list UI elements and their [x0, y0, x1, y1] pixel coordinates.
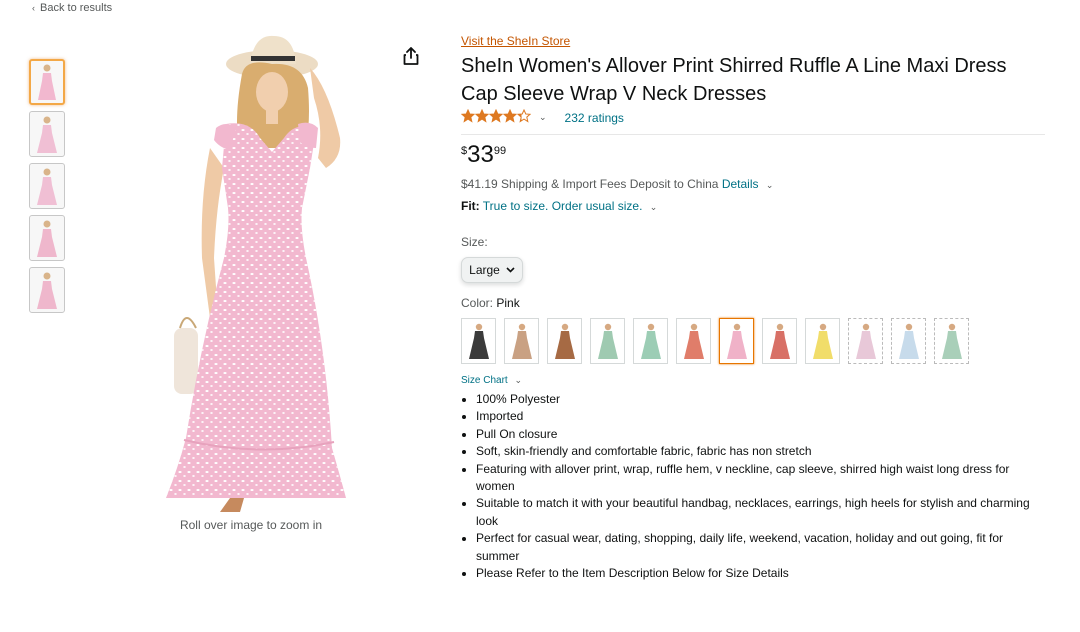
zoom-hint: Roll over image to zoom in	[179, 518, 323, 532]
fit-label: Fit:	[461, 199, 480, 213]
store-link[interactable]: Visit the SheIn Store	[461, 34, 570, 48]
chevron-down-icon: ⌄	[514, 375, 523, 385]
feature-bullets: 100% PolyesterImportedPull On closureSof…	[461, 391, 1041, 582]
back-to-results-link[interactable]: ‹ Back to results	[32, 2, 112, 14]
color-swatch-3[interactable]	[547, 318, 582, 364]
star-rating[interactable]	[460, 108, 532, 126]
thumbnail-4[interactable]	[29, 215, 65, 261]
color-swatch-12[interactable]	[934, 318, 969, 364]
feature-bullet: Featuring with allover print, wrap, ruff…	[476, 461, 1041, 496]
chevron-left-icon: ‹	[32, 3, 35, 13]
feature-bullet: Pull On closure	[476, 426, 1041, 443]
feature-bullet: Perfect for casual wear, dating, shoppin…	[476, 530, 1041, 565]
product-details: Visit the SheIn Store SheIn Women's Allo…	[460, 32, 1046, 582]
size-dropdown[interactable]: Large	[461, 257, 523, 283]
shipping-info: $41.19 Shipping & Import Fees Deposit to…	[461, 177, 1046, 191]
color-swatch-6[interactable]	[676, 318, 711, 364]
divider	[461, 134, 1045, 135]
chevron-down-icon[interactable]: ⌄	[766, 180, 774, 190]
shipping-text: $41.19 Shipping & Import Fees Deposit to…	[461, 177, 719, 191]
feature-bullet: Please Refer to the Item Description Bel…	[476, 565, 1041, 582]
color-swatch-9[interactable]	[805, 318, 840, 364]
color-swatch-10[interactable]	[848, 318, 883, 364]
size-selected-value: Large	[469, 263, 500, 277]
star-2	[474, 108, 490, 123]
color-swatches	[461, 318, 1046, 364]
fit-value-link[interactable]: True to size. Order usual size.	[483, 199, 643, 213]
stars-icon	[460, 108, 532, 123]
color-swatch-7[interactable]	[719, 318, 754, 364]
chevron-down-icon	[506, 267, 515, 273]
color-swatch-5[interactable]	[633, 318, 668, 364]
color-swatch-8[interactable]	[762, 318, 797, 364]
thumbnail-1[interactable]	[29, 59, 65, 105]
color-selected-value: Pink	[496, 296, 520, 310]
feature-bullet: Imported	[476, 408, 1041, 425]
size-chart-label: Size Chart	[461, 375, 508, 386]
feature-bullet: 100% Polyester	[476, 391, 1041, 408]
color-swatch-4[interactable]	[590, 318, 625, 364]
ratings-count-link[interactable]: 232 ratings	[565, 111, 624, 125]
star-4	[502, 108, 518, 123]
thumbnail-5[interactable]	[29, 267, 65, 313]
price-whole: 33	[467, 141, 494, 168]
color-label-text: Color:	[461, 296, 494, 310]
star-5	[516, 108, 532, 123]
fit-info: Fit: True to size. Order usual size. ⌄	[461, 199, 1046, 213]
color-swatch-11[interactable]	[891, 318, 926, 364]
main-product-image[interactable]	[150, 28, 360, 512]
color-label: Color: Pink	[461, 296, 1046, 310]
color-swatch-2[interactable]	[504, 318, 539, 364]
share-icon	[403, 47, 419, 65]
price: $ 33 99	[461, 141, 1046, 169]
share-button[interactable]	[398, 43, 424, 69]
size-label: Size:	[461, 235, 488, 249]
feature-bullet: Suitable to match it with your beautiful…	[476, 495, 1041, 530]
star-3	[488, 108, 504, 123]
feature-bullet: Soft, skin-friendly and comfortable fabr…	[476, 443, 1041, 460]
thumbnail-2[interactable]	[29, 111, 65, 157]
thumbnail-strip	[29, 59, 65, 313]
back-label: Back to results	[40, 2, 113, 14]
rating-row: ⌄ 232 ratings	[460, 108, 1046, 126]
thumbnail-3[interactable]	[29, 163, 65, 209]
product-title: SheIn Women's Allover Print Shirred Ruff…	[461, 55, 1007, 105]
star-1	[460, 108, 476, 123]
chevron-down-icon[interactable]: ⌄	[650, 202, 658, 212]
shipping-details-link[interactable]: Details	[722, 177, 759, 191]
color-swatch-1[interactable]	[461, 318, 496, 364]
chevron-down-icon[interactable]: ⌄	[539, 112, 547, 123]
size-chart-link[interactable]: Size Chart ⌄	[461, 375, 1046, 386]
price-fraction: 99	[493, 145, 507, 157]
